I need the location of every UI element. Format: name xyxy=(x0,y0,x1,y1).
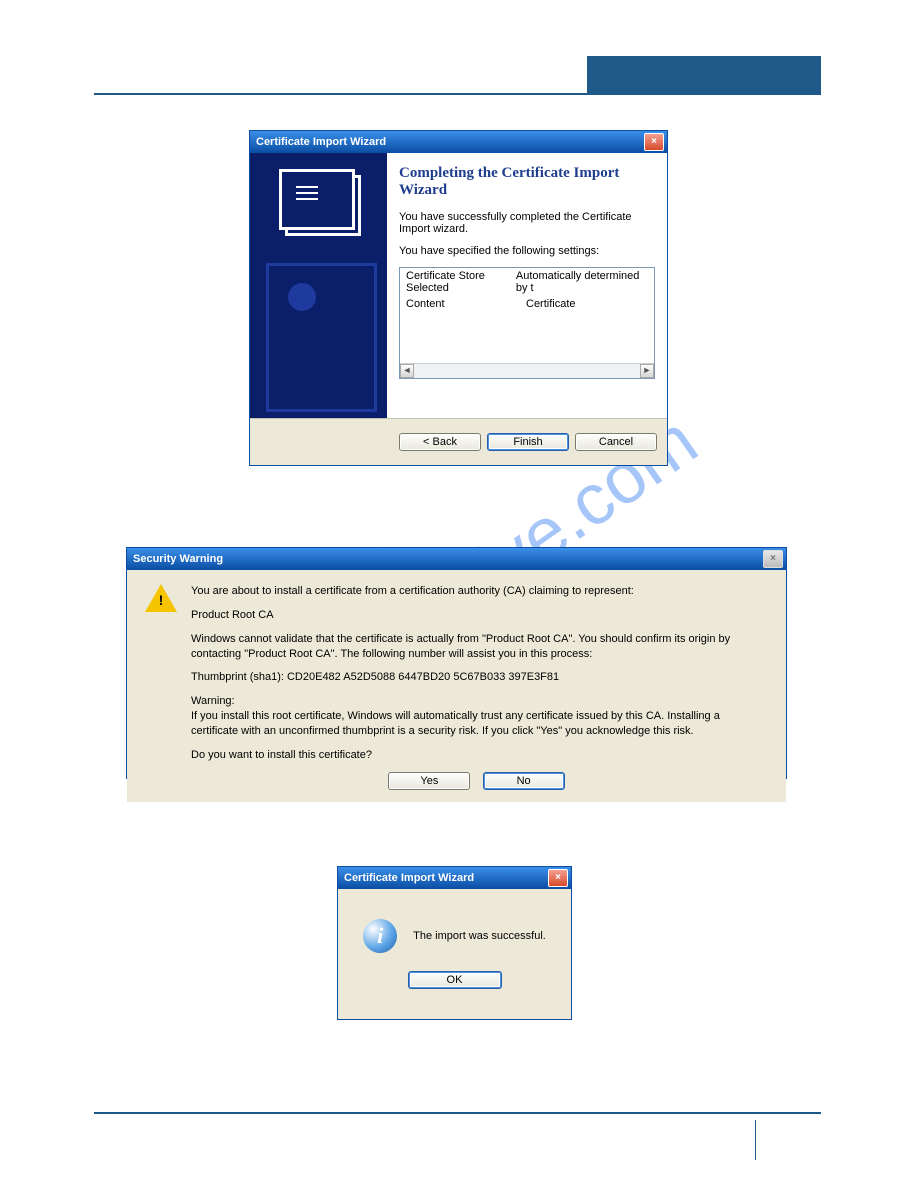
finish-button[interactable]: Finish xyxy=(487,433,569,451)
info-titlebar[interactable]: Certificate Import Wizard × xyxy=(338,867,571,889)
back-button[interactable]: < Back xyxy=(399,433,481,451)
cell-key: Certificate Store Selected xyxy=(406,270,516,294)
horizontal-scrollbar[interactable]: ◄ ► xyxy=(400,363,654,378)
wizard-titlebar[interactable]: Certificate Import Wizard × xyxy=(250,131,667,153)
security-warning-dialog: Security Warning × You are about to inst… xyxy=(126,547,787,779)
scroll-left-icon[interactable]: ◄ xyxy=(400,364,414,378)
warning-icon xyxy=(145,584,177,612)
info-icon: i xyxy=(363,919,397,953)
wizard-side-graphic xyxy=(250,153,387,424)
close-icon[interactable]: × xyxy=(763,550,783,568)
security-text: You are about to install a certificate f… xyxy=(191,584,762,599)
cert-import-wizard-dialog: Certificate Import Wizard × Completing t… xyxy=(249,130,668,466)
security-ca-name: Product Root CA xyxy=(191,608,762,623)
wizard-heading: Completing the Certificate Import Wizard xyxy=(399,165,655,199)
close-icon[interactable]: × xyxy=(644,133,664,151)
cell-key: Content xyxy=(406,298,526,310)
info-message: The import was successful. xyxy=(413,930,546,942)
scroll-right-icon[interactable]: ► xyxy=(640,364,654,378)
warning-label: Warning: xyxy=(191,695,235,707)
wizard-line1: You have successfully completed the Cert… xyxy=(399,211,655,235)
header-accent xyxy=(587,56,821,93)
cancel-button[interactable]: Cancel xyxy=(575,433,657,451)
cell-val: Certificate xyxy=(526,298,576,310)
ok-button[interactable]: OK xyxy=(408,971,502,989)
security-warning-line: Warning: If you install this root certif… xyxy=(191,694,762,739)
security-question: Do you want to install this certificate? xyxy=(191,748,762,763)
table-row: Certificate Store Selected Automatically… xyxy=(400,268,654,296)
import-success-dialog: Certificate Import Wizard × i The import… xyxy=(337,866,572,1020)
header-rule xyxy=(94,93,821,95)
info-title: Certificate Import Wizard xyxy=(344,872,474,884)
security-thumbprint: Thumbprint (sha1): CD20E482 A52D5088 644… xyxy=(191,670,762,685)
wizard-title: Certificate Import Wizard xyxy=(256,136,386,148)
close-icon[interactable]: × xyxy=(548,869,568,887)
settings-list: Certificate Store Selected Automatically… xyxy=(399,267,655,379)
security-titlebar[interactable]: Security Warning × xyxy=(127,548,786,570)
footer-divider xyxy=(755,1120,756,1160)
cell-val: Automatically determined by t xyxy=(516,270,648,294)
table-row: Content Certificate xyxy=(400,296,654,312)
no-button[interactable]: No xyxy=(483,772,565,790)
security-title: Security Warning xyxy=(133,553,223,565)
wizard-line2: You have specified the following setting… xyxy=(399,245,655,257)
security-text: Windows cannot validate that the certifi… xyxy=(191,632,762,662)
yes-button[interactable]: Yes xyxy=(388,772,470,790)
warning-body: If you install this root certificate, Wi… xyxy=(191,710,720,737)
footer-rule xyxy=(94,1112,821,1114)
